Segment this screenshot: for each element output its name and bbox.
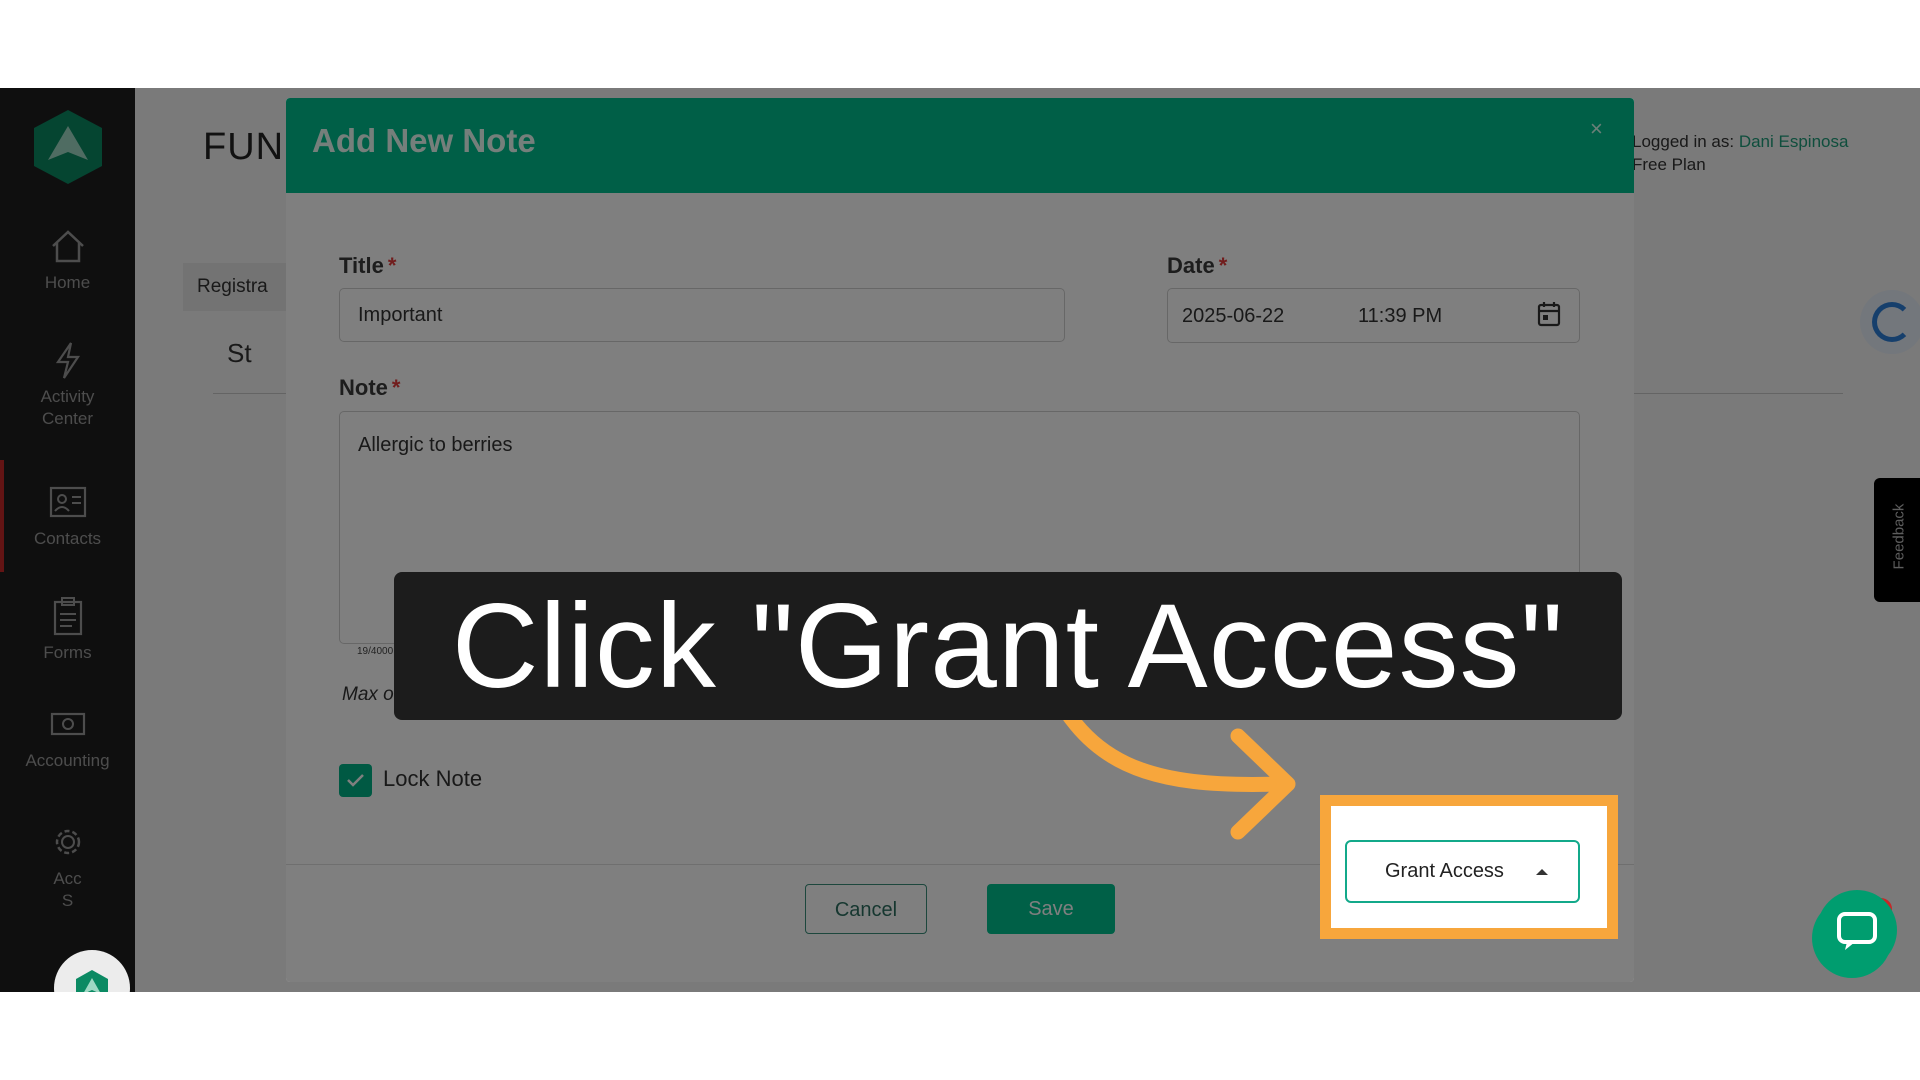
- pointer-arrow-icon: [1032, 650, 1296, 840]
- caption-text: Click "Grant Access": [451, 579, 1565, 713]
- instruction-caption: Click "Grant Access": [394, 572, 1622, 720]
- chat-button[interactable]: [1817, 890, 1897, 970]
- app-logo-icon: [76, 970, 108, 992]
- profile-widget[interactable]: [54, 950, 130, 992]
- chat-icon: [1837, 912, 1877, 950]
- screen-frame: Home Activity Center Contacts Forms Acco…: [0, 88, 1920, 992]
